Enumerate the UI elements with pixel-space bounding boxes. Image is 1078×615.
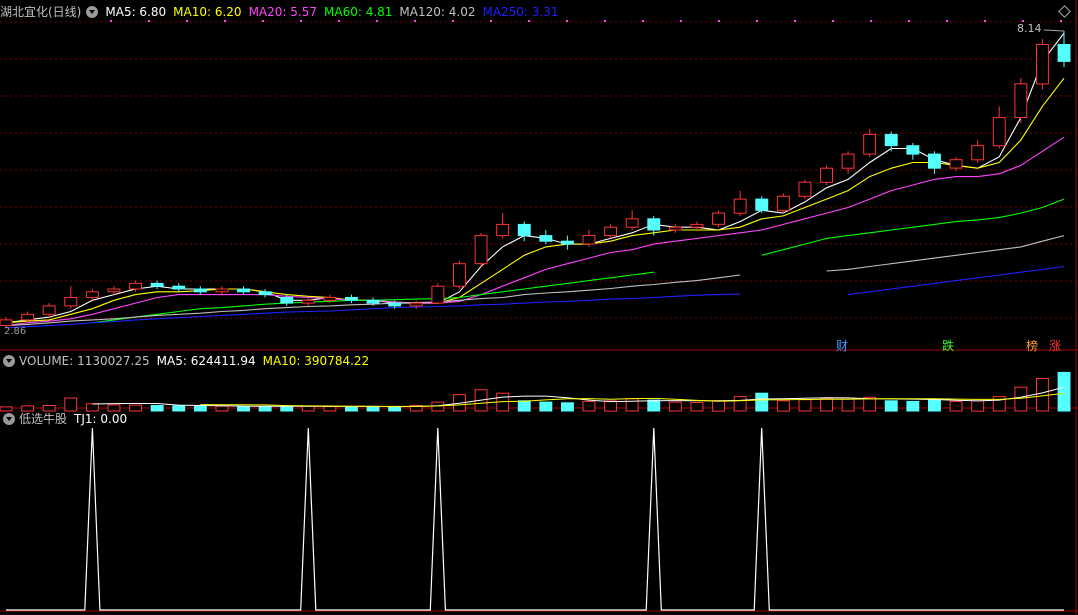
ma-legend: MA5: 6.80 MA10: 6.20 MA20: 5.57 MA60: 4.81 M… (105, 5, 565, 19)
candle (582, 235, 596, 245)
volume-legend-bar: VOLUME: 1130027.25 MA5: 624411.94 MA10: 39… (0, 352, 1078, 370)
event-tag-zhang[interactable]: 涨 (1047, 339, 1063, 353)
candle (1014, 83, 1028, 119)
indicator-tj1: TJ1: 0.00 (74, 412, 128, 426)
candle (863, 133, 877, 155)
indicator-line-tj1 (6, 427, 1064, 611)
candle (496, 223, 510, 237)
ma-line-ma10 (5, 77, 1065, 324)
candle (712, 212, 725, 225)
candle (668, 226, 682, 231)
candle (906, 145, 920, 155)
candle (366, 299, 380, 304)
candle (604, 226, 617, 237)
main-settings-icon[interactable] (86, 6, 99, 18)
candle (949, 159, 963, 169)
candle (388, 302, 402, 307)
candle (409, 302, 423, 307)
volume-ma5: MA5: 624411.94 (156, 354, 256, 368)
candle (323, 297, 337, 301)
candle (841, 153, 855, 169)
candle (798, 181, 812, 197)
candle (107, 288, 121, 293)
candle (561, 240, 574, 245)
candle (215, 288, 229, 293)
ma-line-ma5 (5, 32, 1065, 324)
ma-line-ma250 (5, 265, 1065, 329)
volume-bar (1014, 386, 1028, 412)
candle (172, 285, 186, 290)
event-tag-cai[interactable]: 财 (834, 339, 850, 353)
candle (345, 297, 358, 301)
candle (1036, 44, 1049, 85)
event-tag-bang[interactable]: 榜 (1024, 339, 1040, 353)
candle (85, 291, 99, 298)
volume-value: VOLUME: 1130027.25 (19, 354, 150, 368)
stock-name[interactable]: 湖北宜化(日线) (0, 5, 81, 19)
candle (971, 145, 985, 161)
candle (474, 235, 488, 265)
candle (21, 313, 35, 321)
candle (0, 319, 13, 326)
volume-bar (755, 392, 769, 412)
ma-legend-item: MA60: 4.81 (324, 5, 393, 19)
candle (129, 282, 143, 290)
candle (992, 117, 1006, 147)
price-high-label: 8.14 (1017, 22, 1042, 35)
candle (690, 223, 704, 228)
high-pointer (1043, 29, 1065, 32)
volume-settings-icon[interactable] (3, 355, 15, 367)
candle (884, 133, 898, 147)
ma-line-ma20 (5, 136, 1065, 327)
indicator-name[interactable]: 低选牛股 (19, 412, 67, 426)
price-low-label: 2.86 (4, 326, 27, 337)
main-legend-bar: 湖北宜化(日线) MA5: 6.80 MA10: 6.20 MA20: 5.57 MA6… (0, 3, 1078, 21)
ma-legend-item: MA10: 6.20 (173, 5, 242, 19)
candle (150, 282, 164, 287)
candle (517, 223, 531, 237)
candle (258, 291, 272, 296)
candle (64, 297, 78, 307)
candle (647, 218, 661, 231)
candle (755, 198, 769, 211)
volume-bar (1057, 371, 1071, 412)
volume-ma10: MA10: 390784.22 (262, 354, 370, 368)
ma-legend-item: MA20: 5.57 (248, 5, 317, 19)
candle (431, 285, 445, 304)
indicator-legend-bar: 低选牛股 TJ1: 0.00 (0, 410, 1078, 428)
ma-legend-item: MA120: 4.02 (399, 5, 476, 19)
candle (928, 153, 941, 169)
event-tag-die[interactable]: 跌 (940, 339, 956, 353)
candle (453, 263, 466, 287)
candle (42, 305, 56, 315)
stock-chart[interactable] (0, 0, 1078, 615)
candle (820, 167, 833, 183)
candle (301, 299, 315, 304)
indicator-settings-icon[interactable] (3, 413, 15, 425)
candle (733, 198, 747, 214)
candle (539, 235, 553, 242)
candle (280, 297, 294, 304)
candle (193, 288, 207, 293)
volume-bar (1036, 378, 1049, 412)
volume-bar (733, 396, 747, 412)
candle (1057, 44, 1071, 62)
ma-legend-item: MA250: 3.31 (482, 5, 559, 19)
candle (625, 218, 639, 228)
ma-legend-item: MA5: 6.80 (105, 5, 167, 19)
candle (776, 195, 790, 211)
candle (237, 288, 251, 293)
